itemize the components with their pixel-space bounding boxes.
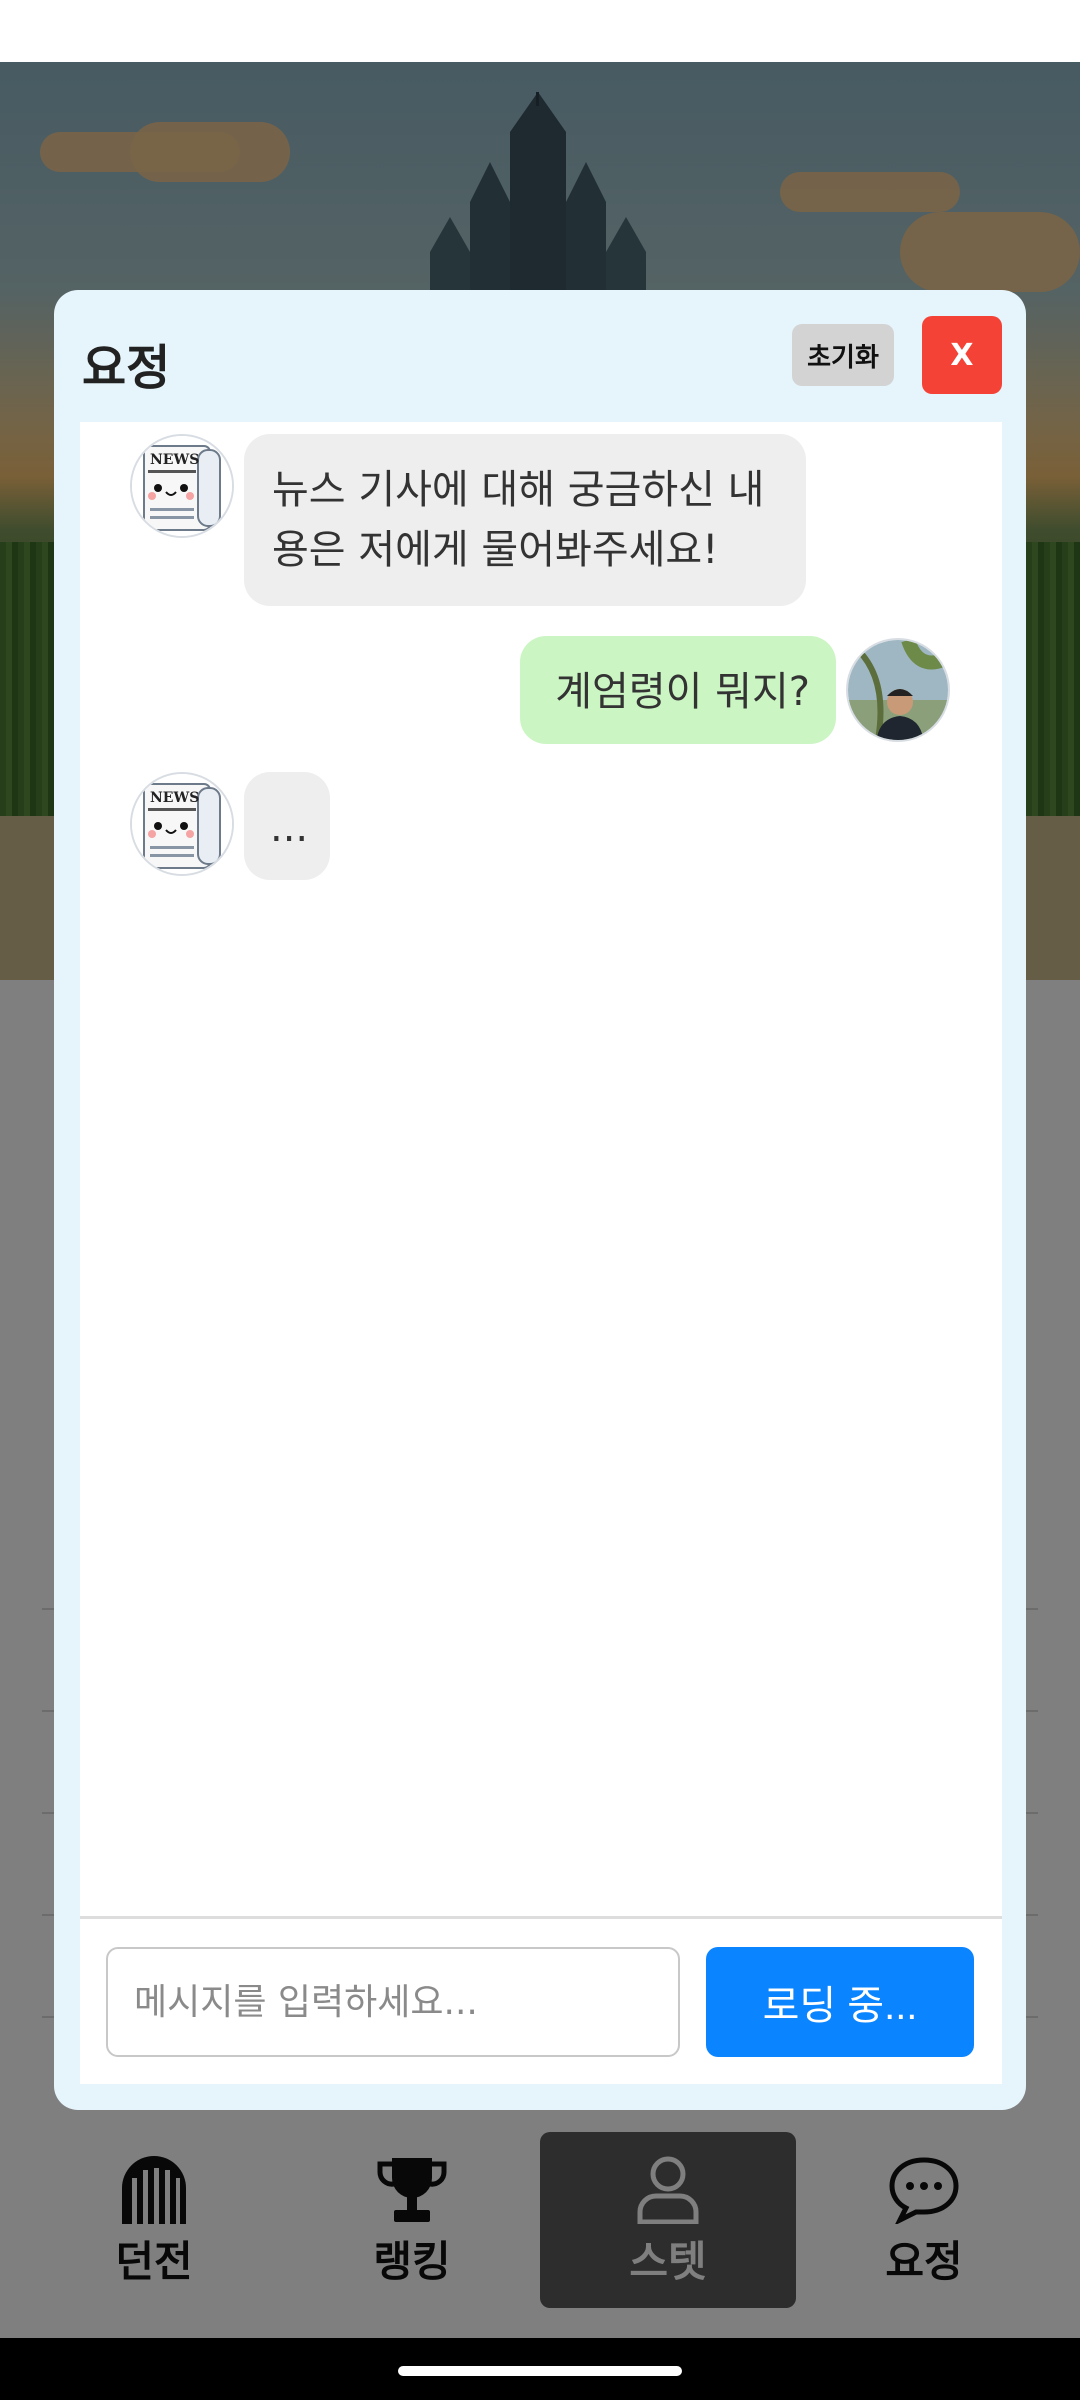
status-bar: [0, 0, 1080, 62]
user-message-bubble: 계엄령이 뭐지?: [520, 636, 836, 744]
message-composer: 로딩 중...: [80, 1916, 1002, 2084]
news-mascot-avatar: NEWS: [130, 772, 234, 876]
home-gesture-bar[interactable]: [398, 2366, 682, 2376]
typing-indicator-bubble: ...: [244, 772, 330, 880]
reset-button[interactable]: 초기화: [792, 324, 894, 386]
send-button[interactable]: 로딩 중...: [706, 1947, 974, 2057]
newspaper-mascot-icon: NEWS: [132, 436, 232, 536]
chat-messages[interactable]: NEWS 뉴스 기사에 대해 궁금하신 내용은 저에게 물어봐주세요! 계엄령이…: [80, 422, 1002, 1916]
system-gesture-area: [0, 2338, 1080, 2400]
dialog-title: 요정: [82, 340, 171, 396]
fairy-chat-dialog: 요정 초기화 X NEWS 뉴스 기사에 대해 궁금하신 내용은 저에게 물어봐…: [54, 290, 1026, 2110]
newspaper-mascot-icon: NEWS: [132, 774, 232, 874]
svg-text:NEWS: NEWS: [150, 790, 199, 806]
message-input[interactable]: [106, 1947, 680, 2057]
close-button[interactable]: X: [922, 316, 1002, 394]
user-avatar: [846, 638, 950, 742]
news-mascot-avatar: NEWS: [130, 434, 234, 538]
user-photo-icon: [848, 640, 948, 740]
svg-text:NEWS: NEWS: [150, 452, 199, 468]
bot-message-bubble: 뉴스 기사에 대해 궁금하신 내용은 저에게 물어봐주세요!: [244, 434, 806, 606]
